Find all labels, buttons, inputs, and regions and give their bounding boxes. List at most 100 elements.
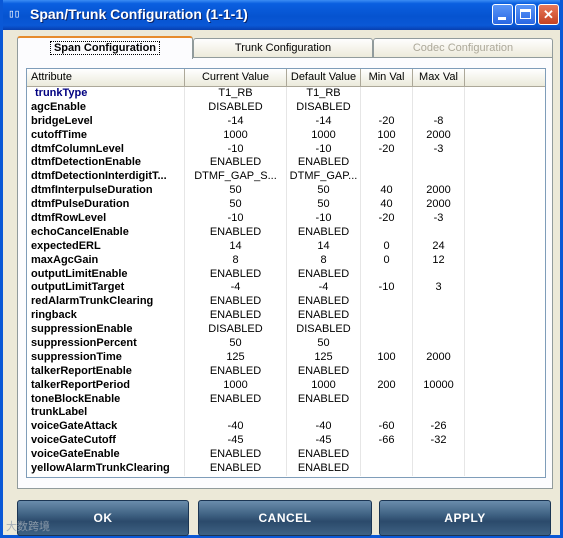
cell-min-val [361, 87, 413, 101]
cell-default-value: ENABLED [287, 392, 361, 407]
cell-current-value[interactable]: ENABLED [185, 295, 287, 310]
cell-attribute: maxAgcGain [27, 253, 185, 268]
cell-min-val: 40 [361, 198, 413, 213]
cell-filler [465, 115, 545, 129]
table-row[interactable]: voiceGateAttack -40 -40 -60 -26 [27, 420, 545, 435]
table-row[interactable]: dtmfRowLevel -10 -10 -20 -3 [27, 212, 545, 226]
table-row[interactable]: trunkLabel [27, 406, 545, 421]
table-row[interactable]: trunkType T1_RB T1_RB [27, 87, 545, 101]
cell-attribute: voiceGateAttack [27, 420, 185, 435]
cell-current-value[interactable]: -4 [185, 281, 287, 296]
apply-button[interactable]: APPLY [379, 500, 551, 536]
cell-current-value[interactable]: DTMF_GAP_S... [185, 170, 287, 185]
table-row[interactable]: yellowAlarmTrunkClearing ENABLED ENABLED [27, 462, 545, 476]
table-row[interactable]: maxAgcGain 8 8 0 12 [27, 253, 545, 268]
cell-current-value[interactable]: ENABLED [185, 392, 287, 407]
cell-current-value[interactable]: ENABLED [185, 225, 287, 240]
cell-current-value[interactable]: -45 [185, 434, 287, 449]
table-row[interactable]: dtmfInterpulseDuration 50 50 40 2000 [27, 184, 545, 199]
attribute-grid[interactable]: Attribute Current Value Default Value Mi… [26, 68, 546, 478]
table-row[interactable]: dtmfDetectionInterdigitT... DTMF_GAP_S...… [27, 170, 545, 185]
cell-current-value[interactable]: ENABLED [185, 156, 287, 171]
cell-current-value[interactable]: -14 [185, 114, 287, 129]
table-row[interactable]: outputLimitEnable ENABLED ENABLED [27, 267, 545, 282]
cell-attribute: talkerReportPeriod [27, 378, 185, 393]
cell-default-value: 14 [287, 239, 361, 254]
tab-trunk-configuration[interactable]: Trunk Configuration [193, 38, 373, 58]
cell-max-val [413, 87, 465, 101]
table-row[interactable]: voiceGateEnable ENABLED ENABLED [27, 448, 545, 463]
cell-current-value[interactable] [185, 406, 287, 421]
table-row[interactable]: outputLimitTarget -4 -4 -10 3 [27, 281, 545, 296]
table-row[interactable]: suppressionEnable DISABLED DISABLED [27, 323, 545, 338]
cell-default-value: 8 [287, 253, 361, 268]
table-row[interactable]: bridgeLevel -14 -14 -20 -8 [27, 114, 545, 129]
cell-default-value: ENABLED [287, 156, 361, 171]
table-row[interactable]: suppressionTime 125 125 100 2000 [27, 350, 545, 365]
cell-min-val: 100 [361, 128, 413, 143]
cell-current-value[interactable]: DISABLED [185, 100, 287, 115]
cell-current-value[interactable]: ENABLED [185, 462, 287, 476]
cell-attribute: dtmfDetectionInterdigitT... [27, 170, 185, 185]
table-row[interactable]: echoCancelEnable ENABLED ENABLED [27, 225, 545, 240]
cell-current-value[interactable]: 50 [185, 198, 287, 213]
maximize-button[interactable] [515, 4, 536, 25]
cell-current-value[interactable]: T1_RB [185, 87, 287, 101]
cell-current-value[interactable]: ENABLED [185, 364, 287, 379]
table-row[interactable]: redAlarmTrunkClearing ENABLED ENABLED [27, 295, 545, 310]
table-row[interactable]: dtmfPulseDuration 50 50 40 2000 [27, 198, 545, 213]
column-header-default-value[interactable]: Default Value [287, 69, 361, 86]
cell-current-value[interactable]: -40 [185, 420, 287, 435]
cell-current-value[interactable]: 8 [185, 253, 287, 268]
column-header-attribute[interactable]: Attribute [27, 69, 185, 86]
table-row[interactable]: suppressionPercent 50 50 [27, 337, 545, 351]
cell-current-value[interactable]: -10 [185, 142, 287, 157]
cell-default-value: ENABLED [287, 309, 361, 324]
table-row[interactable]: talkerReportEnable ENABLED ENABLED [27, 364, 545, 379]
cell-current-value[interactable]: 125 [185, 350, 287, 365]
table-row[interactable]: toneBlockEnable ENABLED ENABLED [27, 392, 545, 407]
tab-codec-configuration: Codec Configuration [373, 38, 553, 58]
cell-filler [465, 226, 545, 240]
table-row[interactable]: cutoffTime 1000 1000 100 2000 [27, 128, 545, 143]
cell-current-value[interactable]: 14 [185, 239, 287, 254]
cell-current-value[interactable]: DISABLED [185, 323, 287, 338]
cell-attribute: agcEnable [27, 100, 185, 115]
cell-current-value[interactable]: ENABLED [185, 448, 287, 463]
cell-current-value[interactable]: 50 [185, 184, 287, 199]
cell-min-val: -10 [361, 281, 413, 296]
cell-current-value[interactable]: 1000 [185, 128, 287, 143]
cell-filler [465, 240, 545, 254]
table-row[interactable]: expectedERL 14 14 0 24 [27, 239, 545, 254]
table-row[interactable]: voiceGateCutoff -45 -45 -66 -32 [27, 434, 545, 449]
minimize-button[interactable] [492, 4, 513, 25]
span-configuration-panel: Attribute Current Value Default Value Mi… [17, 57, 553, 489]
cell-current-value[interactable]: 1000 [185, 378, 287, 393]
cell-max-val [413, 225, 465, 240]
cell-default-value: DISABLED [287, 100, 361, 115]
cell-min-val [361, 295, 413, 310]
tab-span-configuration[interactable]: Span Configuration [17, 36, 193, 59]
table-row[interactable]: agcEnable DISABLED DISABLED [27, 100, 545, 115]
close-button[interactable]: ✕ [538, 4, 559, 25]
title-bar[interactable]: ▯▯ Span/Trunk Configuration (1-1-1) ✕ [3, 0, 560, 30]
column-header-current-value[interactable]: Current Value [185, 69, 287, 86]
cell-current-value[interactable]: -10 [185, 212, 287, 226]
cell-current-value[interactable]: ENABLED [185, 267, 287, 282]
cell-max-val [413, 295, 465, 310]
cell-current-value[interactable]: ENABLED [185, 309, 287, 324]
cell-min-val: -66 [361, 434, 413, 449]
table-row[interactable]: dtmfDetectionEnable ENABLED ENABLED [27, 156, 545, 171]
table-row[interactable]: dtmfColumnLevel -10 -10 -20 -3 [27, 142, 545, 157]
table-row[interactable]: ringback ENABLED ENABLED [27, 309, 545, 324]
column-header-min-val[interactable]: Min Val [361, 69, 413, 86]
tab-label: Codec Configuration [412, 42, 514, 54]
column-header-max-val[interactable]: Max Val [413, 69, 465, 86]
cancel-button[interactable]: CANCEL [198, 500, 372, 536]
cell-default-value: -45 [287, 434, 361, 449]
cell-max-val: 2000 [413, 128, 465, 143]
cell-filler [465, 393, 545, 407]
cell-current-value[interactable]: 50 [185, 337, 287, 351]
cell-attribute: echoCancelEnable [27, 225, 185, 240]
table-row[interactable]: talkerReportPeriod 1000 1000 200 10000 [27, 378, 545, 393]
